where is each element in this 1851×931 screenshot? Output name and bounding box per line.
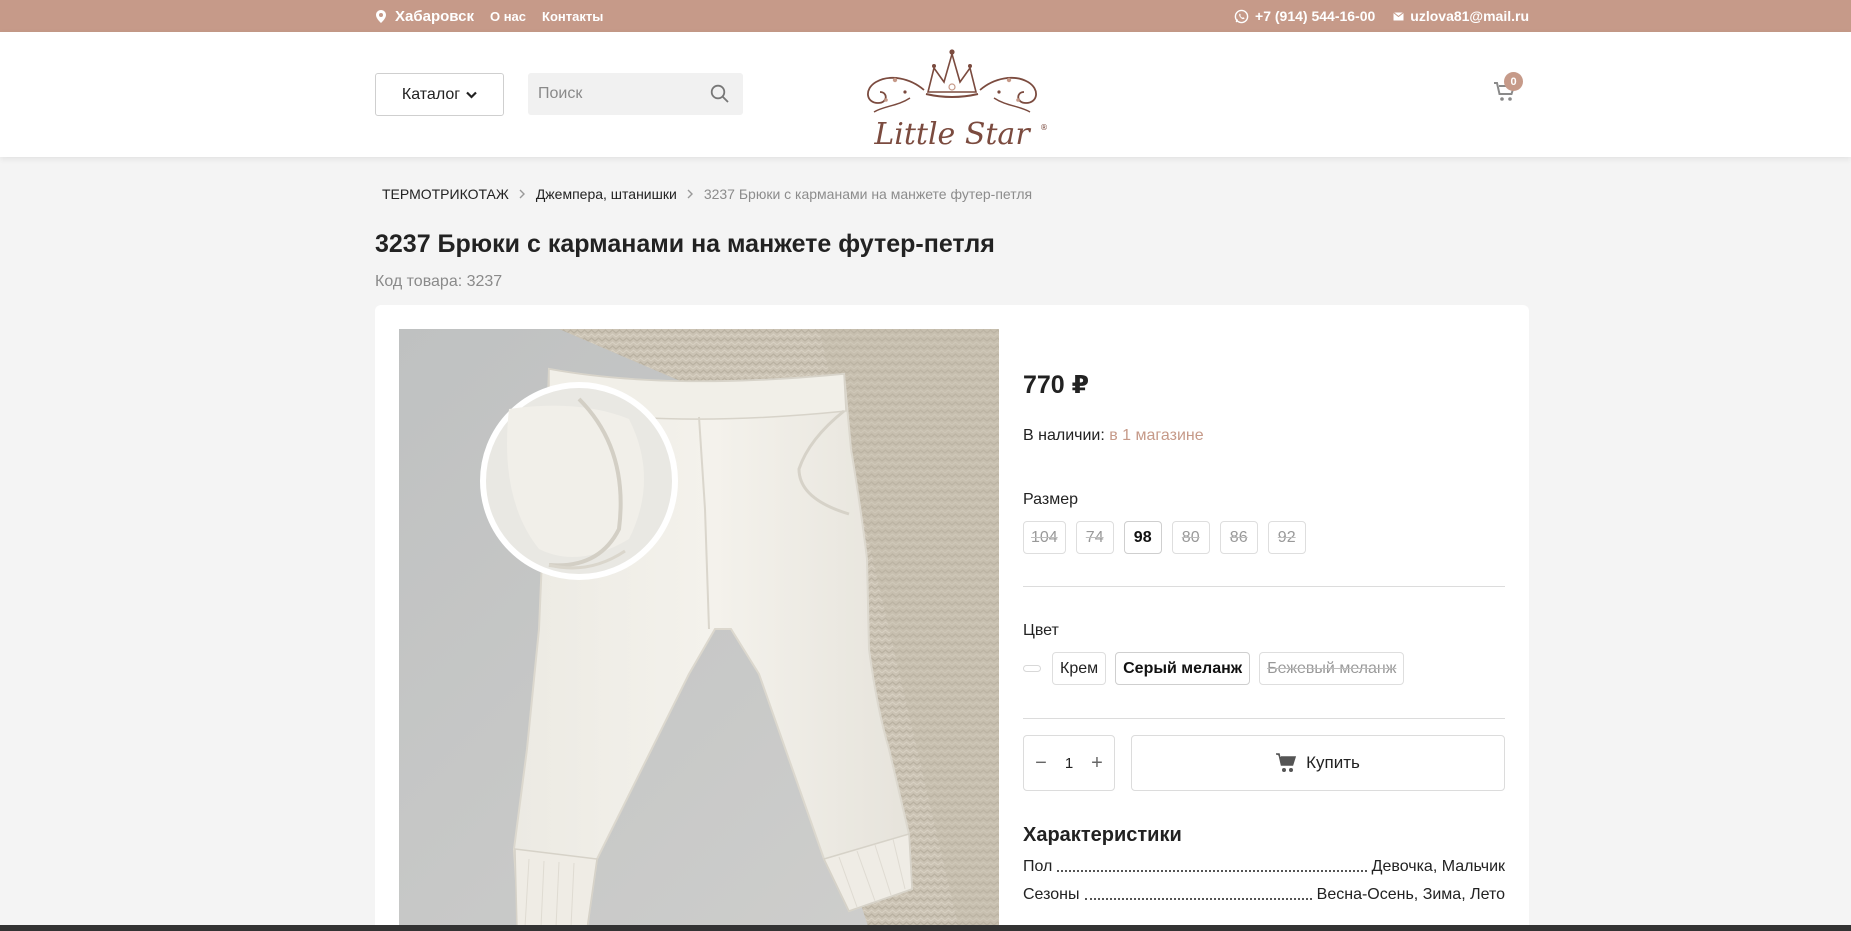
- characteristics-title: Характеристики: [1023, 824, 1182, 846]
- color-option[interactable]: Бежевый меланж: [1259, 652, 1405, 685]
- whatsapp-icon: [1234, 9, 1249, 23]
- plus-icon[interactable]: +: [1088, 752, 1106, 775]
- size-selector: 104 74 98 80 86 92: [1023, 521, 1306, 554]
- dotted-leader: [1057, 870, 1367, 872]
- size-label: Размер: [1023, 491, 1078, 508]
- size-option[interactable]: 86: [1219, 521, 1258, 554]
- stock-label: В наличии:: [1023, 427, 1105, 444]
- product-sku: Код товара: 3237: [375, 273, 503, 290]
- page-title: 3237 Брюки с карманами на манжете футер-…: [375, 230, 995, 258]
- size-option[interactable]: 104: [1023, 521, 1066, 554]
- top-bar-left: Хабаровск О нас Контакты: [376, 0, 603, 32]
- breadcrumb-current: 3237 Брюки с карманами на манжете футер-…: [703, 186, 1033, 202]
- size-option[interactable]: 80: [1171, 521, 1210, 554]
- cart-count-badge: 0: [1504, 72, 1523, 91]
- product-photo[interactable]: [399, 329, 999, 929]
- characteristic-row: Пол Девочка, Мальчик: [1023, 858, 1505, 876]
- product-card: 770 ₽ В наличии: в 1 магазине Размер 104…: [375, 305, 1529, 931]
- phone-number: +7 (914) 544-16-00: [1255, 8, 1376, 24]
- quantity-stepper: − 1 +: [1023, 735, 1115, 791]
- divider: [1023, 718, 1505, 719]
- breadcrumb: ТЕРМОТРИКОТАЖ Джемпера, штанишки 3237 Бр…: [382, 186, 1032, 202]
- location-pin-icon: [376, 9, 386, 23]
- dotted-leader: [1084, 898, 1312, 900]
- divider: [1023, 586, 1505, 587]
- characteristic-value: Весна-Осень, Зима, Лето: [1316, 886, 1505, 903]
- little-star-logo: Little Star ®: [867, 49, 1048, 152]
- city-name: Хабаровск: [395, 7, 474, 25]
- product-price: 770 ₽: [1023, 371, 1090, 399]
- site-header: Каталог Little Star: [0, 32, 1851, 157]
- stock-link[interactable]: в 1 магазине: [1109, 427, 1203, 444]
- email-address: uzlova81@mail.ru: [1410, 8, 1529, 24]
- minus-icon[interactable]: −: [1032, 752, 1050, 775]
- size-option-selected[interactable]: 98: [1123, 521, 1162, 554]
- stock-info: В наличии: в 1 магазине: [1023, 427, 1204, 445]
- chevron-right-icon: [687, 189, 693, 199]
- site-logo[interactable]: Little Star ®: [850, 40, 1055, 152]
- buy-button[interactable]: Купить: [1131, 735, 1505, 791]
- search-box: [528, 73, 743, 115]
- breadcrumb-item[interactable]: Джемпера, штанишки: [536, 186, 677, 202]
- size-option[interactable]: 74: [1075, 521, 1114, 554]
- product-image: [399, 329, 999, 929]
- about-link[interactable]: О нас: [490, 9, 526, 24]
- characteristic-row: Сезоны Весна-Осень, Зима, Лето: [1023, 886, 1505, 904]
- breadcrumb-item[interactable]: ТЕРМОТРИКОТАЖ: [382, 186, 509, 202]
- color-swatch[interactable]: [1023, 665, 1041, 672]
- buy-label: Купить: [1306, 753, 1360, 772]
- top-bar-right: +7 (914) 544-16-00 uzlova81@mail.ru: [1234, 0, 1529, 32]
- catalog-label: Каталог: [401, 85, 461, 103]
- search-input[interactable]: [528, 85, 698, 103]
- contacts-link[interactable]: Контакты: [542, 9, 603, 24]
- chevron-down-icon: [466, 91, 477, 99]
- size-option[interactable]: 92: [1267, 521, 1306, 554]
- mail-icon: [1393, 11, 1405, 20]
- os-taskbar: [0, 925, 1851, 931]
- top-bar: Хабаровск О нас Контакты +7 (914) 544-16…: [0, 0, 1851, 32]
- phone-link[interactable]: +7 (914) 544-16-00: [1234, 8, 1375, 24]
- cart-icon: [1276, 753, 1297, 772]
- svg-text:Little Star: Little Star: [873, 117, 1031, 152]
- characteristic-name: Пол: [1023, 858, 1053, 875]
- city-selector[interactable]: Хабаровск: [376, 8, 474, 25]
- email-link[interactable]: uzlova81@mail.ru: [1393, 8, 1529, 24]
- color-option-selected[interactable]: Серый меланж: [1115, 652, 1251, 685]
- search-icon[interactable]: [710, 84, 730, 104]
- quantity-value[interactable]: 1: [1065, 755, 1073, 772]
- characteristic-name: Сезоны: [1023, 886, 1080, 903]
- svg-text:®: ®: [1040, 123, 1048, 132]
- color-selector: Крем Серый меланж Бежевый меланж: [1023, 652, 1405, 685]
- chevron-right-icon: [519, 189, 525, 199]
- cart-button[interactable]: 0: [1493, 72, 1523, 109]
- color-label: Цвет: [1023, 622, 1059, 639]
- color-option[interactable]: Крем: [1052, 652, 1107, 685]
- catalog-button[interactable]: Каталог: [375, 73, 504, 116]
- characteristic-value: Девочка, Мальчик: [1371, 858, 1505, 875]
